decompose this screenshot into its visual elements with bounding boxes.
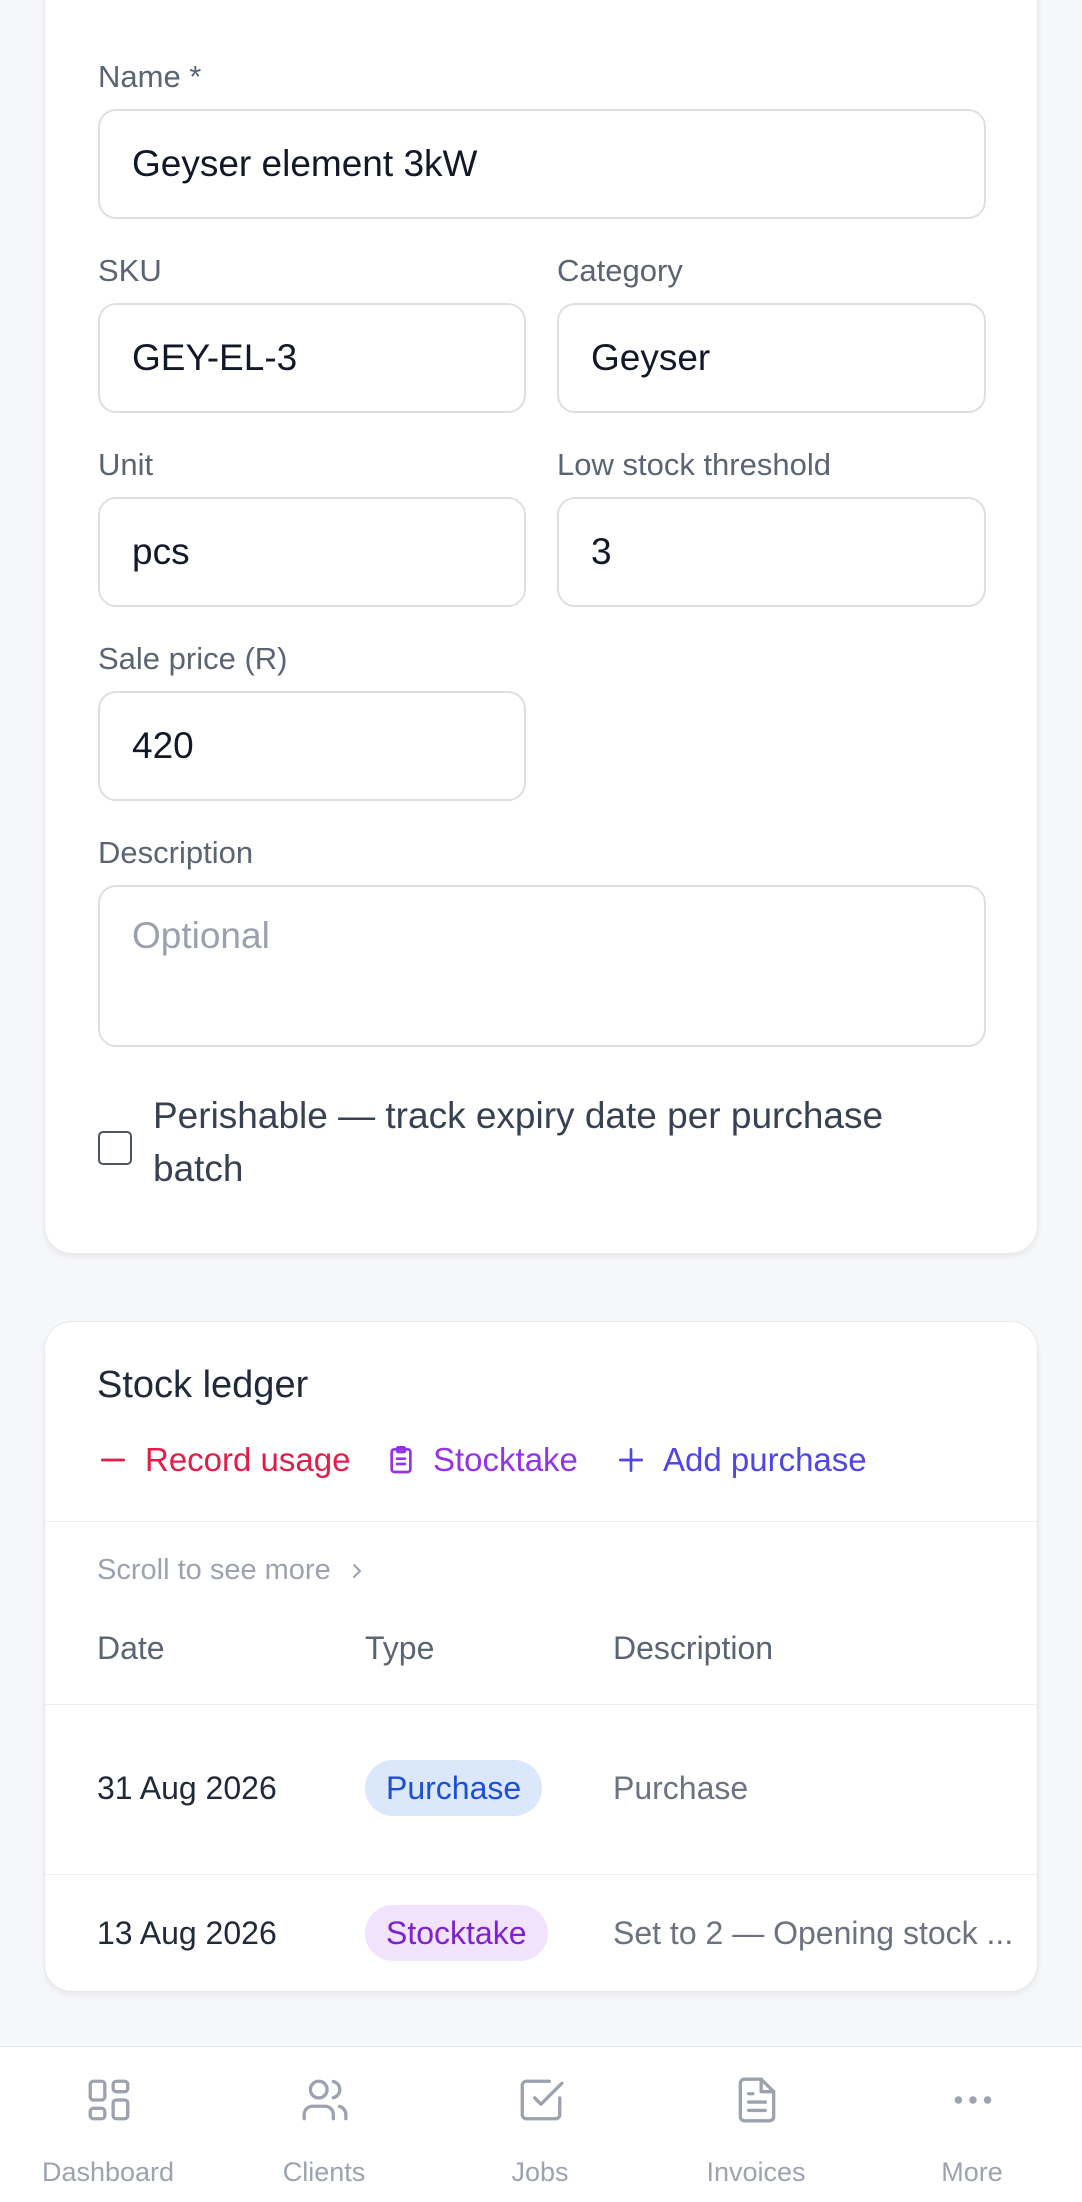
name-value: Geyser element 3kW [132,143,478,184]
nav-item-jobs[interactable]: Jobs [432,2047,648,2202]
table-header-divider [45,1704,1037,1705]
record-usage-label: Record usage [145,1441,351,1478]
description-label: Description [98,835,254,870]
nav-item-invoices[interactable]: Invoices [648,2047,864,2202]
users-icon [302,2079,348,2121]
item-form-card: Name * Geyser element 3kW SKU GEY-EL-3 C… [44,0,1038,1254]
stock-ledger-card: Stock ledger Record usage Stocktake Add … [44,1321,1038,1992]
ledger-header-divider [45,1521,1037,1522]
unit-field[interactable]: pcs [98,497,526,607]
column-header-date: Date [97,1630,165,1666]
sku-label: SKU [98,253,162,288]
row-date: 13 Aug 2026 [97,1915,277,1951]
chevron-right-icon [352,1563,361,1578]
type-badge-purchase: Purchase [365,1760,543,1816]
nav-item-clients[interactable]: Clients [216,2047,432,2202]
scroll-hint-label: Scroll to see more [97,1554,331,1586]
stock-ledger-title: Stock ledger [97,1364,309,1406]
sale-price-value: 420 [132,725,194,766]
unit-value: pcs [132,531,190,572]
category-label: Category [557,253,683,288]
low-stock-threshold-value: 3 [591,531,612,572]
category-field[interactable]: Geyser [557,303,986,413]
sale-price-field[interactable]: 420 [98,691,526,801]
row-date: 31 Aug 2026 [97,1770,277,1806]
nav-label-more: More [941,2157,1003,2187]
name-field[interactable]: Geyser element 3kW [98,109,986,219]
row-description: Set to 2 — Opening stock ... [613,1915,1014,1951]
nav-label-dashboard: Dashboard [41,2157,175,2187]
table-row-divider [45,1874,1037,1875]
sale-price-label: Sale price (R) [98,641,288,676]
more-dots-icon [954,2096,992,2104]
name-label: Name * [98,59,202,94]
sku-value: GEY-EL-3 [132,337,298,378]
category-value: Geyser [591,337,711,378]
document-icon [738,2077,776,2123]
nav-item-dashboard[interactable]: Dashboard [0,2047,216,2202]
description-textarea[interactable]: Optional [98,885,986,1047]
check-square-icon [520,2079,564,2121]
column-header-type: Type [365,1630,435,1666]
clipboard-icon [390,1446,412,1474]
type-badge-stocktake: Stocktake [365,1905,548,1961]
row-description: Purchase [613,1770,749,1806]
scroll-hint: Scroll to see more [97,1554,369,1587]
description-placeholder: Optional [132,915,270,956]
nav-label-clients: Clients [282,2157,366,2187]
minus-icon [101,1458,125,1462]
grid-icon [88,2079,130,2121]
nav-label-invoices: Invoices [706,2157,806,2187]
record-usage-button[interactable]: Record usage [97,1438,350,1482]
stocktake-button[interactable]: Stocktake [385,1438,578,1482]
bottom-navigation: Dashboard Clients Jobs Invoices More [0,2046,1082,2202]
stocktake-label: Stocktake [433,1441,578,1478]
unit-label: Unit [98,447,154,482]
plus-icon [619,1448,643,1472]
add-purchase-label: Add purchase [663,1441,867,1478]
low-stock-threshold-label: Low stock threshold [557,447,831,482]
low-stock-threshold-field[interactable]: 3 [557,497,986,607]
sku-field[interactable]: GEY-EL-3 [98,303,526,413]
perishable-label[interactable]: Perishable — track expiry date per purch… [153,1089,983,1195]
add-purchase-button[interactable]: Add purchase [615,1438,867,1482]
perishable-checkbox[interactable] [98,1131,132,1165]
column-header-description: Description [613,1630,774,1666]
nav-item-more[interactable]: More [864,2047,1080,2202]
nav-label-jobs: Jobs [511,2157,569,2187]
